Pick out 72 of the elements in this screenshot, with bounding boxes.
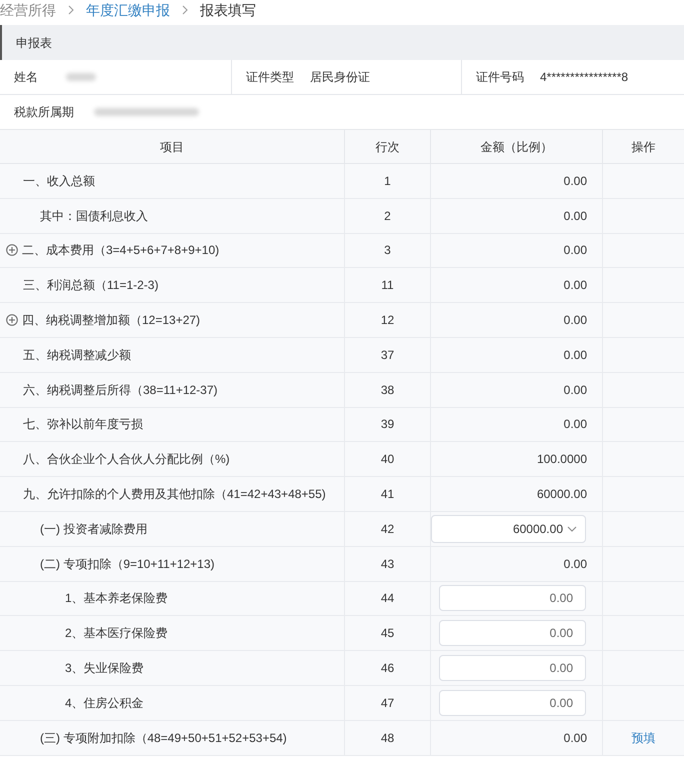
chevron-right-icon bbox=[68, 5, 74, 15]
item-label: 其中：国债利息收入 bbox=[40, 208, 148, 225]
chevron-down-icon bbox=[567, 526, 577, 532]
line-number: 11 bbox=[381, 277, 394, 294]
amount-input[interactable]: 0.00 bbox=[439, 620, 586, 646]
item-label: (二) 专项扣除（9=10+11+12+13) bbox=[40, 556, 215, 573]
item-label: 五、纳税调整减少额 bbox=[23, 346, 131, 364]
amount-text: 0.00 bbox=[564, 416, 588, 434]
redacted-text bbox=[66, 73, 96, 81]
item-label: 八、合伙企业个人合伙人分配比例（%) bbox=[23, 451, 230, 468]
item-label: 1、基本养老保险费 bbox=[65, 590, 168, 608]
field-label: 税款所属期 bbox=[14, 104, 74, 121]
line-number: 41 bbox=[380, 486, 394, 504]
amount-input[interactable]: 0.00 bbox=[439, 655, 586, 682]
item-label: 2、基本医疗保险费 bbox=[65, 625, 168, 642]
item-label: 一、收入总额 bbox=[23, 172, 95, 190]
line-number: 40 bbox=[380, 451, 394, 468]
amount-text: 0.00 bbox=[564, 382, 588, 399]
item-label: (一) 投资者减除费用 bbox=[40, 520, 148, 538]
amount-text: 0.00 bbox=[564, 312, 588, 330]
item-label: 九、允许扣除的个人费用及其他扣除（41=42+43+48+55) bbox=[23, 486, 326, 504]
field-label: 证件号码 bbox=[476, 69, 524, 86]
line-number: 38 bbox=[380, 382, 394, 399]
line-number: 37 bbox=[380, 346, 394, 364]
line-number: 43 bbox=[380, 556, 394, 573]
field-label: 证件类型 bbox=[246, 69, 294, 86]
item-label: 六、纳税调整后所得（38=11+12-37) bbox=[23, 382, 218, 399]
amount-text: 0.00 bbox=[564, 277, 588, 294]
line-number: 2 bbox=[384, 208, 391, 225]
line-number: 39 bbox=[380, 416, 394, 434]
line-number: 42 bbox=[380, 520, 394, 538]
amount-text: 0.00 bbox=[564, 730, 588, 747]
line-number: 1 bbox=[384, 172, 391, 190]
line-number: 45 bbox=[380, 625, 394, 642]
column-header: 操作 bbox=[630, 138, 656, 156]
amount-input[interactable]: 0.00 bbox=[439, 585, 586, 612]
breadcrumb-item: 经营所得 bbox=[0, 1, 56, 20]
amount-input[interactable]: 0.00 bbox=[439, 690, 586, 716]
amount-text: 0.00 bbox=[564, 242, 588, 260]
item-label: (三) 专项附加扣除（48=49+50+51+52+53+54) bbox=[40, 730, 287, 747]
item-label: 七、弥补以前年度亏损 bbox=[23, 416, 143, 434]
line-number: 3 bbox=[384, 242, 391, 260]
amount-text: 100.0000 bbox=[536, 451, 588, 468]
breadcrumb-item[interactable]: 年度汇缴申报 bbox=[86, 0, 170, 21]
amount-text: 0.00 bbox=[564, 172, 588, 190]
item-label: 四、纳税调整增加额（12=13+27) bbox=[22, 312, 200, 330]
plus-circle-icon[interactable] bbox=[6, 244, 18, 256]
column-header: 项目 bbox=[0, 130, 345, 163]
line-number: 46 bbox=[380, 660, 394, 678]
item-label: 4、住房公积金 bbox=[65, 694, 144, 712]
panel-header: 申报表 bbox=[0, 25, 684, 60]
amount-text: 0.00 bbox=[564, 208, 588, 225]
line-number: 47 bbox=[380, 694, 394, 712]
amount-select[interactable]: 60000.00 bbox=[431, 514, 586, 543]
chevron-right-icon bbox=[182, 5, 188, 15]
field-value: 居民身份证 bbox=[310, 69, 370, 86]
plus-circle-icon[interactable] bbox=[6, 314, 18, 326]
prefill-link[interactable]: 预填 bbox=[632, 728, 656, 747]
field-label: 姓名 bbox=[14, 69, 38, 86]
line-number: 48 bbox=[380, 730, 394, 747]
breadcrumb-item: 报表填写 bbox=[200, 1, 256, 20]
amount-text: 0.00 bbox=[564, 556, 588, 573]
line-number: 12 bbox=[380, 312, 394, 330]
amount-text: 60000.00 bbox=[536, 486, 588, 504]
amount-text: 0.00 bbox=[564, 346, 588, 364]
column-header: 行次 bbox=[345, 130, 431, 163]
item-label: 3、失业保险费 bbox=[65, 660, 144, 678]
column-header: 金额（比例） bbox=[431, 130, 603, 163]
line-number: 44 bbox=[380, 590, 394, 608]
item-label: 二、成本费用（3=4+5+6+7+8+9+10) bbox=[22, 242, 220, 260]
field-value: 4****************8 bbox=[540, 69, 628, 86]
item-label: 三、利润总额（11=1-2-3) bbox=[23, 277, 158, 294]
